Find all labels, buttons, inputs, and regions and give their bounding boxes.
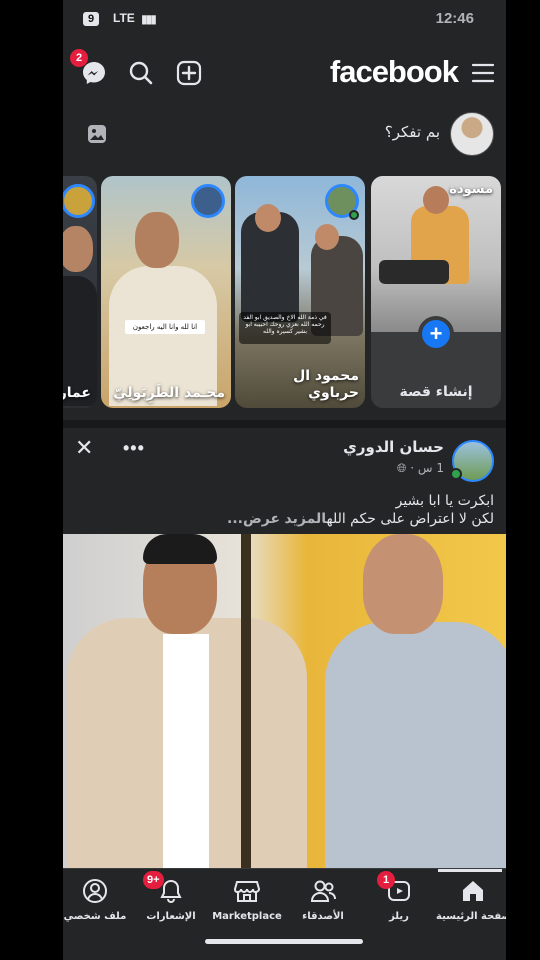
bottom-navigation: الصفحة الرئيسية 1 ريلز الأصدقاء Marketpl…	[63, 868, 506, 960]
nav-home[interactable]: الصفحة الرئيسية	[436, 877, 506, 922]
close-icon[interactable]: ✕	[75, 436, 93, 461]
shirt	[163, 634, 209, 868]
story-overlay-text: انا لله وانا اليه راجعون	[125, 320, 205, 334]
post-composer[interactable]: بم تفكر؟	[63, 106, 506, 168]
search-button[interactable]	[124, 56, 158, 90]
door-frame	[241, 534, 251, 868]
create-button[interactable]	[172, 56, 206, 90]
messenger-badge: 2	[70, 49, 88, 67]
marketplace-icon	[233, 877, 261, 905]
post-text-line: ابكرت يا ابا بشير	[395, 493, 494, 509]
story-avatar	[63, 184, 95, 218]
composer-prompt[interactable]: بم تفكر؟	[385, 123, 440, 141]
reels-badge: 1	[377, 871, 395, 889]
post-text: ابكرت يا ابا بشير لكن لا اعتراض على حكم …	[74, 492, 494, 528]
hamburger-icon	[471, 63, 495, 83]
facebook-logo[interactable]: facebook	[330, 54, 459, 90]
post-image[interactable]	[63, 534, 506, 868]
post-meta: 1 س · 🌐︎	[397, 461, 444, 476]
globe-icon: 🌐︎	[396, 461, 407, 475]
plus-square-icon	[176, 60, 202, 86]
nav-notifications[interactable]: 9+ الإشعارات	[134, 871, 208, 922]
nav-friends[interactable]: الأصدقاء	[286, 877, 360, 922]
status-bar: 9 LTE ▮▮▮ 12:46	[63, 0, 506, 38]
story-card[interactable]: عمار	[63, 176, 97, 408]
story-name: عمار	[63, 385, 91, 402]
nav-profile-label: ملف شخصي	[63, 911, 127, 922]
active-tab-indicator	[438, 869, 502, 872]
top-bar: 2 facebook	[63, 38, 506, 106]
story-name: محمود ال حرباوي	[293, 368, 359, 402]
story-overlay-text: في ذمة الله الاخ والصديق ابو الفد رحمه ا…	[239, 312, 331, 344]
nav-home-label: الصفحة الرئيسية	[436, 911, 506, 922]
menu-button[interactable]	[466, 56, 500, 90]
network-type: LTE	[113, 11, 135, 25]
notifications-badge: 9+	[143, 871, 164, 889]
nav-reels[interactable]: 1 ريلز	[362, 871, 436, 922]
add-story-icon[interactable]: +	[418, 316, 454, 352]
clock: 12:46	[435, 10, 474, 27]
online-dot	[349, 210, 359, 220]
user-avatar[interactable]	[450, 112, 494, 156]
person-right-head	[363, 534, 443, 634]
friends-icon	[309, 877, 337, 905]
post-header: حسان الدوري 1 س · 🌐︎ ••• ✕ ابكرت يا ابا …	[63, 420, 506, 532]
photo-icon[interactable]	[87, 124, 107, 148]
phone-screen: 9 LTE ▮▮▮ 12:46 2 facebook بم تفكر؟ مسود…	[63, 0, 506, 960]
see-more-link[interactable]: المزيد	[285, 511, 327, 527]
nav-marketplace[interactable]: Marketplace	[210, 877, 284, 922]
nav-marketplace-label: Marketplace	[212, 911, 282, 922]
more-options-icon[interactable]: •••	[123, 438, 145, 459]
nav-friends-label: الأصدقاء	[302, 911, 344, 922]
story-card[interactable]: انا لله وانا اليه راجعون محـمد الطَرِبَو…	[101, 176, 231, 408]
post-time: 1 س ·	[410, 461, 444, 475]
create-story-label: إنشاء قصة	[399, 384, 473, 400]
stories-tray: مسودة + إنشاء قصة في ذمة الله الاخ والصد…	[63, 176, 506, 410]
create-story-card[interactable]: مسودة + إنشاء قصة	[371, 176, 501, 408]
post-author-name[interactable]: حسان الدوري	[343, 438, 444, 456]
see-more-trail[interactable]: عرض...	[227, 511, 280, 527]
story-name: محـمد الطَرِبَولِيّ	[113, 385, 225, 402]
search-icon	[129, 61, 153, 85]
profile-icon	[81, 877, 109, 905]
person-right-robe	[325, 622, 506, 868]
home-icon	[459, 877, 487, 905]
nav-notifications-label: الإشعارات	[146, 911, 196, 922]
signal-icon: ▮▮▮	[141, 12, 157, 26]
bell-icon: 9+	[143, 871, 185, 905]
draft-label: مسودة	[449, 182, 493, 197]
create-story-photo	[371, 176, 501, 332]
battery-indicator: 9	[83, 12, 100, 26]
nav-profile[interactable]: ملف شخصي	[63, 877, 132, 922]
post-text-line-2: لكن لا اعتراض على حكم اللهالمزيد عرض...	[74, 510, 494, 528]
nav-reels-label: ريلز	[389, 911, 409, 922]
story-card[interactable]: في ذمة الله الاخ والصديق ابو الفد رحمه ا…	[235, 176, 365, 408]
online-dot	[450, 468, 462, 480]
home-indicator[interactable]	[205, 939, 363, 944]
post-text-content: لكن لا اعتراض على حكم الله	[326, 511, 494, 528]
story-avatar	[191, 184, 225, 218]
messenger-button[interactable]: 2	[70, 49, 111, 90]
reels-icon: 1	[377, 871, 413, 905]
hair	[143, 534, 217, 564]
